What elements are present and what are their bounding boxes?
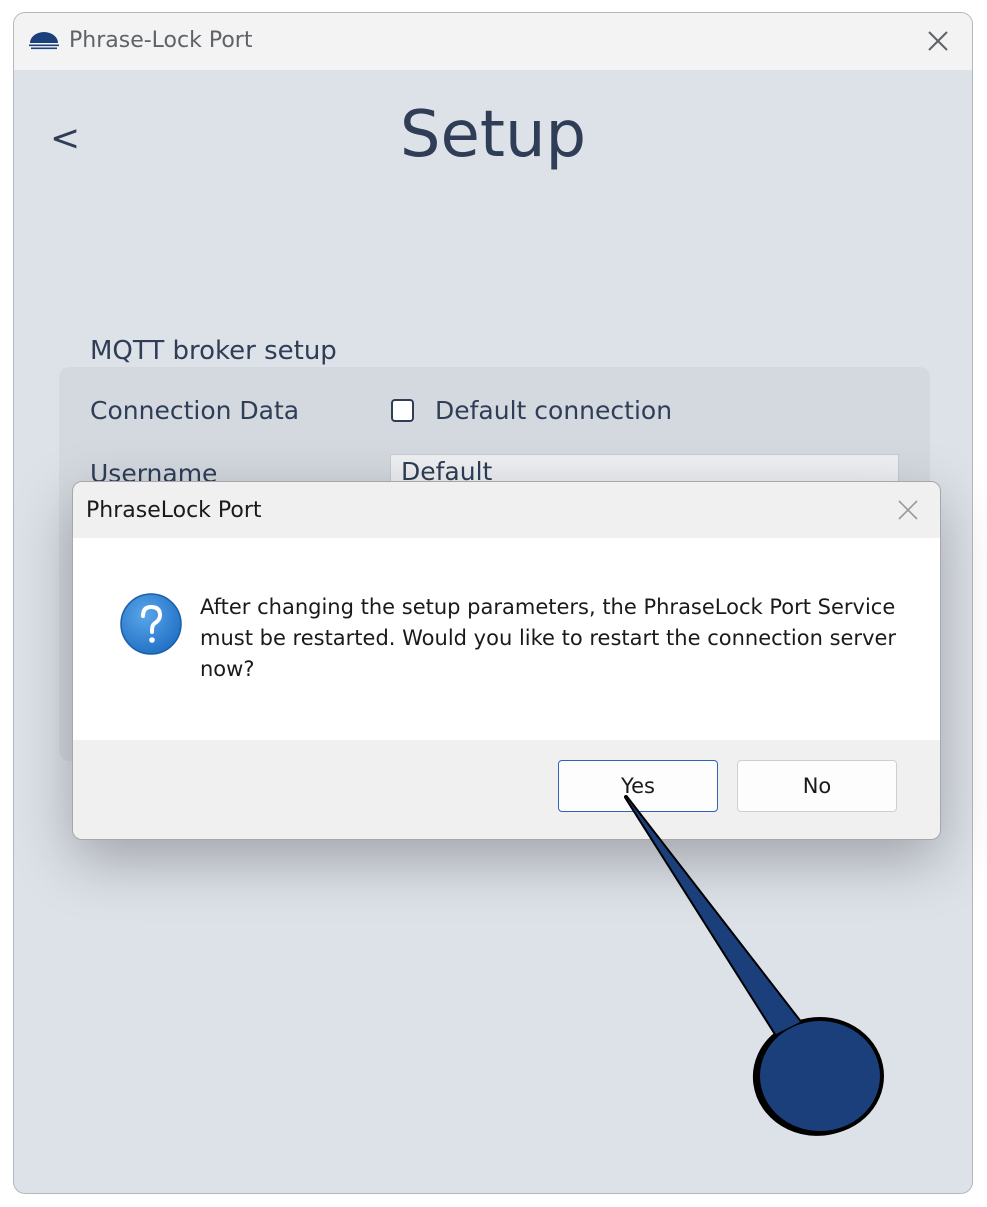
question-icon <box>120 593 182 655</box>
dialog-body: After changing the setup parameters, the… <box>73 538 940 740</box>
section-title: MQTT broker setup <box>90 336 337 366</box>
connection-data-label: Connection Data <box>90 396 300 425</box>
yes-button[interactable]: Yes <box>558 760 718 812</box>
dialog-message: After changing the setup parameters, the… <box>200 595 897 681</box>
dialog-title: PhraseLock Port <box>86 498 262 523</box>
page-title: Setup <box>399 98 587 172</box>
title-bar: Phrase-Lock Port <box>14 13 972 70</box>
window-title: Phrase-Lock Port <box>69 28 253 53</box>
default-connection-label[interactable]: Default connection <box>435 396 672 425</box>
default-connection-checkbox[interactable] <box>391 399 414 422</box>
dialog-close-icon[interactable] <box>896 498 920 522</box>
close-icon[interactable] <box>924 27 952 55</box>
app-logo-icon <box>29 32 59 50</box>
no-button[interactable]: No <box>737 760 897 812</box>
restart-dialog: PhraseLock Port After changing the setup… <box>72 481 941 840</box>
